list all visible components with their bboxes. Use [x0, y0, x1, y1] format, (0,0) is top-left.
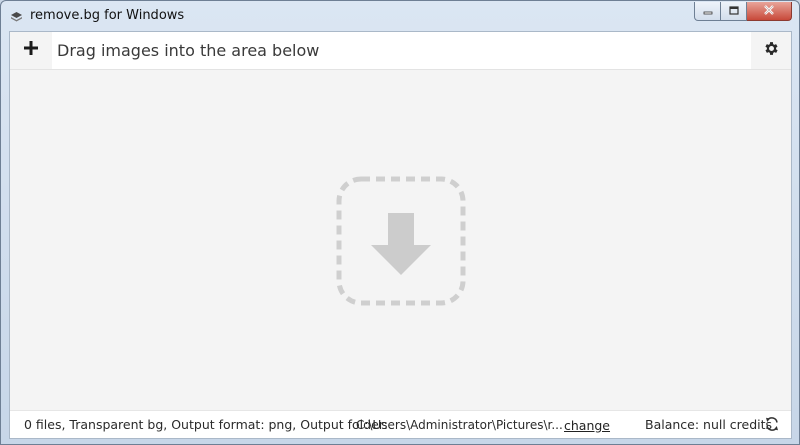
settings-button[interactable] [751, 32, 791, 69]
maximize-button[interactable] [721, 2, 747, 21]
minimize-button[interactable] [694, 2, 721, 21]
download-arrow-icon [336, 176, 466, 310]
refresh-icon [764, 416, 780, 435]
drag-prompt: Drag images into the area below [57, 41, 320, 60]
maximize-icon [728, 2, 739, 20]
change-folder-link[interactable]: change [564, 418, 610, 433]
title-bar[interactable]: remove.bg for Windows [1, 1, 799, 31]
window-controls [694, 2, 792, 22]
dropzone[interactable] [336, 176, 466, 306]
balance-text: Balance: null credits [645, 417, 773, 432]
close-icon [763, 2, 775, 20]
app-window: remove.bg for Windows Drag images into t… [0, 0, 800, 445]
window-title: remove.bg for Windows [30, 8, 185, 23]
output-folder-path: C:\Users\Administrator\Pictures\r... [356, 418, 563, 432]
toolbar: Drag images into the area below [10, 32, 791, 70]
add-images-button[interactable] [10, 32, 52, 69]
refresh-balance-button[interactable] [763, 416, 781, 434]
app-content: Drag images into the area below 0 files, [9, 31, 792, 439]
status-bar: 0 files, Transparent bg, Output format: … [10, 410, 791, 438]
close-button[interactable] [747, 2, 792, 21]
plus-icon [23, 40, 39, 61]
gear-icon [763, 40, 780, 62]
minimize-icon [703, 2, 713, 20]
remove-bg-logo-icon [10, 10, 23, 22]
status-info: 0 files, Transparent bg, Output format: … [24, 417, 388, 432]
